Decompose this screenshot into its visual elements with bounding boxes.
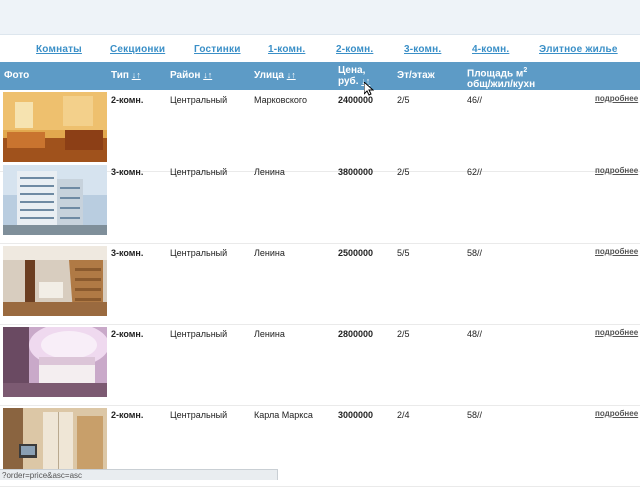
- listing-photo[interactable]: [3, 165, 107, 235]
- nav-link-rooms[interactable]: Комнаты: [36, 44, 82, 55]
- cell-area: 48//: [467, 329, 483, 339]
- header-type: Тип ↓↑: [111, 70, 141, 81]
- table-header: Фото Тип ↓↑ Район ↓↑ Улица ↓↑ Цена, руб.…: [0, 62, 640, 90]
- cell-floor: 2/5: [397, 329, 410, 339]
- cell-type: 2-комн.: [111, 329, 144, 339]
- cell-street: Карла Маркса: [254, 410, 313, 420]
- cell-price: 2500000: [338, 248, 374, 258]
- cell-area: 46//: [467, 95, 483, 105]
- cell-type: 2-комн.: [111, 95, 144, 105]
- nav-link-2room[interactable]: 2-комн.: [336, 44, 373, 55]
- cell-price: 2800000: [338, 329, 374, 339]
- table-row[interactable]: 2-комн. Центральный Ленина 2800000 2/5 4…: [0, 324, 640, 406]
- nav-link-4room[interactable]: 4-комн.: [472, 44, 509, 55]
- details-link[interactable]: подробнее: [595, 247, 638, 256]
- cell-district: Центральный: [170, 95, 228, 105]
- cell-type: 3-комн.: [111, 248, 144, 258]
- details-link[interactable]: подробнее: [595, 328, 638, 337]
- cell-price: 3800000: [338, 167, 374, 177]
- listing-photo[interactable]: [3, 327, 107, 397]
- details-link[interactable]: подробнее: [595, 94, 638, 103]
- table-row[interactable]: 3-комн. Центральный Ленина 2500000 5/5 5…: [0, 243, 640, 325]
- cell-floor: 2/4: [397, 410, 410, 420]
- top-banner-area: [0, 0, 640, 35]
- category-nav: Комнаты Секционки Гостинки 1-комн. 2-ком…: [0, 44, 640, 60]
- nav-link-sections[interactable]: Секционки: [110, 44, 165, 55]
- sort-street-arrows[interactable]: ↓↑: [287, 70, 296, 80]
- cell-area: 62//: [467, 167, 483, 177]
- cell-district: Центральный: [170, 329, 228, 339]
- table-row[interactable]: 3-комн. Центральный Ленина 3800000 2/5 6…: [0, 162, 640, 244]
- sort-district-arrows[interactable]: ↓↑: [203, 70, 212, 80]
- table-row[interactable]: 2-комн. Центральный Марковского 2400000 …: [0, 90, 640, 172]
- header-photo: Фото: [4, 70, 30, 81]
- cell-district: Центральный: [170, 410, 228, 420]
- cell-type: 2-комн.: [111, 410, 144, 420]
- cell-street: Марковского: [254, 95, 307, 105]
- header-district: Район ↓↑: [170, 70, 213, 81]
- cell-street: Ленина: [254, 329, 285, 339]
- header-area: Площадь м2 общ/жил/кухн: [467, 67, 536, 91]
- nav-link-elite[interactable]: Элитное жилье: [539, 44, 618, 55]
- listing-photo[interactable]: [3, 408, 107, 478]
- cell-area: 58//: [467, 248, 483, 258]
- mouse-pointer-icon: [364, 82, 374, 96]
- cell-floor: 2/5: [397, 95, 410, 105]
- listing-photo[interactable]: [3, 246, 107, 316]
- listing-photo[interactable]: [3, 92, 107, 162]
- nav-link-1room[interactable]: 1-комн.: [268, 44, 305, 55]
- cell-district: Центральный: [170, 167, 228, 177]
- details-link[interactable]: подробнее: [595, 409, 638, 418]
- header-street: Улица ↓↑: [254, 70, 296, 81]
- details-link[interactable]: подробнее: [595, 166, 638, 175]
- cell-street: Ленина: [254, 248, 285, 258]
- cell-floor: 2/5: [397, 167, 410, 177]
- cell-floor: 5/5: [397, 248, 410, 258]
- cell-area: 58//: [467, 410, 483, 420]
- nav-link-studios[interactable]: Гостинки: [194, 44, 241, 55]
- cell-price: 2400000: [338, 95, 374, 105]
- cell-district: Центральный: [170, 248, 228, 258]
- cell-street: Ленина: [254, 167, 285, 177]
- status-bar-url: ?order=price&asc=asc: [0, 469, 278, 480]
- header-floor: Эт/этаж: [397, 70, 435, 81]
- cell-price: 3000000: [338, 410, 374, 420]
- nav-link-3room[interactable]: 3-комн.: [404, 44, 441, 55]
- sort-type-arrows[interactable]: ↓↑: [132, 70, 141, 80]
- cell-type: 3-комн.: [111, 167, 144, 177]
